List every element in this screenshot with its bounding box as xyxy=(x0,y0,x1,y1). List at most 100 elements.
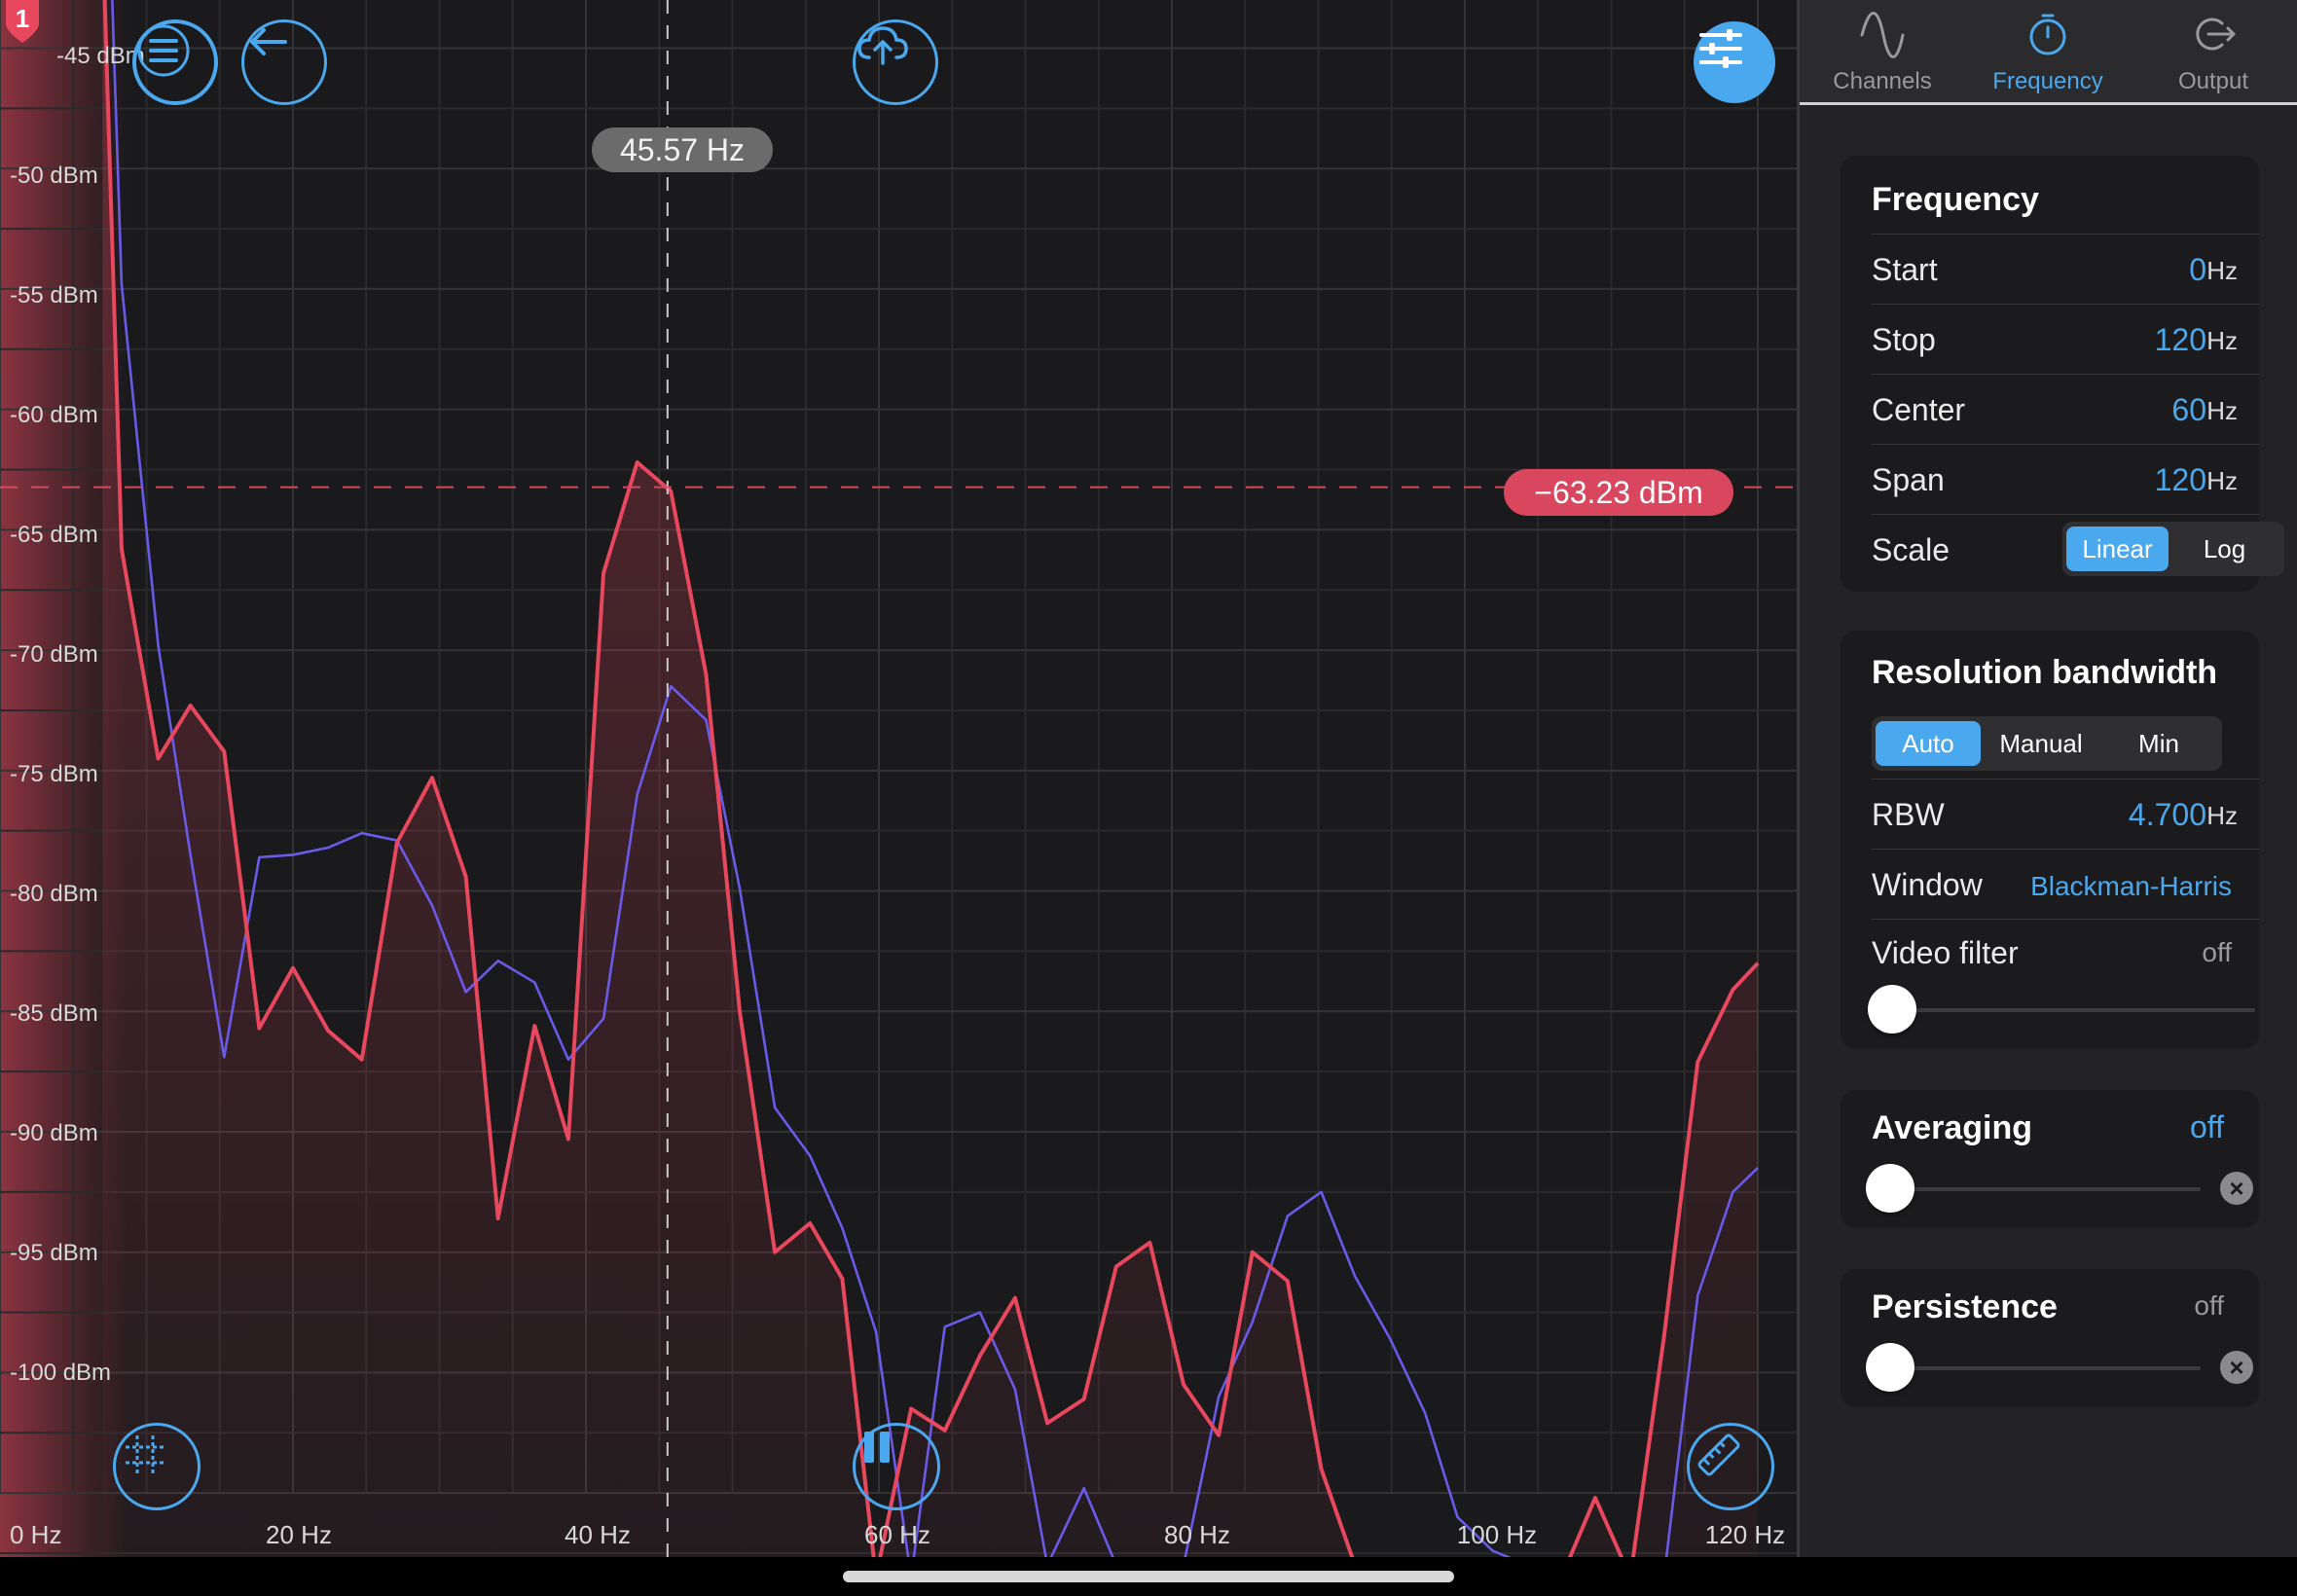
rbw-mode-min[interactable]: Min xyxy=(2101,721,2216,766)
y-tick-label: -90 dBm xyxy=(10,1120,98,1146)
rbw-value-row[interactable]: RBW 4.700 Hz xyxy=(1872,779,2259,850)
home-indicator[interactable] xyxy=(843,1571,1454,1582)
marker-badge-label: 1 xyxy=(15,4,30,33)
resolution-bandwidth-card: Resolution bandwidth Auto Manual Min RBW… xyxy=(1841,631,2259,1049)
y-tick-label: -65 dBm xyxy=(10,522,98,548)
persistence-clear-button[interactable]: × xyxy=(2220,1351,2253,1384)
scale-segmented-control[interactable]: Linear Log xyxy=(2062,522,2284,576)
video-filter-label: Video filter xyxy=(1872,935,2019,970)
frequency-start-row[interactable]: Start 0 Hz xyxy=(1872,234,2259,305)
start-value[interactable]: 0 xyxy=(2189,252,2206,288)
tab-label: Channels xyxy=(1833,68,1932,94)
persistence-card: Persistence off × xyxy=(1841,1269,2259,1407)
ruler-icon xyxy=(1697,1433,1740,1476)
y-tick-label: -95 dBm xyxy=(10,1240,98,1266)
panel-tab-bar: Channels Frequency Output xyxy=(1800,0,2297,105)
tab-frequency[interactable]: Frequency xyxy=(1965,0,2131,105)
averaging-value: off xyxy=(2190,1109,2224,1144)
menu-button[interactable] xyxy=(132,19,218,105)
span-value[interactable]: 120 xyxy=(2155,462,2206,498)
row-unit: Hz xyxy=(2206,326,2238,355)
row-unit: Hz xyxy=(2206,466,2238,495)
window-label: Window xyxy=(1872,867,1983,902)
persistence-slider[interactable] xyxy=(1889,1366,2201,1370)
averaging-slider[interactable] xyxy=(1889,1187,2201,1191)
averaging-slider-knob[interactable] xyxy=(1866,1164,1914,1213)
grid-button[interactable] xyxy=(113,1423,201,1510)
grid-icon xyxy=(126,1435,164,1474)
row-label: Span xyxy=(1872,462,1945,497)
averaging-card: Averaging off × xyxy=(1841,1090,2259,1228)
tab-label: Frequency xyxy=(1992,68,2103,94)
scale-option-linear[interactable]: Linear xyxy=(2066,526,2169,571)
cursor-frequency-readout[interactable]: 45.57 Hz xyxy=(592,127,773,172)
rbw-value[interactable]: 4.700 xyxy=(2129,797,2206,833)
y-tick-label: -50 dBm xyxy=(10,163,98,189)
video-filter-row: Video filter off xyxy=(1872,919,2259,1050)
rbw-mode-segmented-control[interactable]: Auto Manual Min xyxy=(1872,716,2222,771)
row-label: Stop xyxy=(1872,322,1936,357)
video-filter-value: off xyxy=(2202,937,2232,967)
y-tick-label: -70 dBm xyxy=(10,641,98,668)
tab-channels[interactable]: Channels xyxy=(1800,0,1965,105)
averaging-clear-button[interactable]: × xyxy=(2220,1172,2253,1205)
x-tick-label: 120 Hz xyxy=(1704,1520,1786,1549)
rbw-mode-auto[interactable]: Auto xyxy=(1876,721,1981,766)
y-tick-label: -45 dBm xyxy=(56,43,145,69)
y-tick-label: -100 dBm xyxy=(10,1360,112,1386)
output-arrow-icon xyxy=(2196,18,2236,51)
cursor-level-readout[interactable]: −63.23 dBm xyxy=(1504,469,1733,516)
rbw-unit: Hz xyxy=(2206,801,2238,830)
persistence-title: Persistence xyxy=(1872,1288,2058,1325)
frequency-center-row[interactable]: Center 60 Hz xyxy=(1872,374,2259,445)
tab-output[interactable]: Output xyxy=(2131,0,2296,105)
spectrum-plot[interactable]: -45 dBm -50 dBm -55 dBm -60 dBm -65 dBm … xyxy=(0,0,1797,1557)
row-unit: Hz xyxy=(2206,396,2238,425)
video-filter-slider-knob[interactable] xyxy=(1868,985,1916,1034)
settings-button[interactable] xyxy=(1694,21,1775,103)
center-value[interactable]: 60 xyxy=(2171,392,2206,428)
persistence-slider-knob[interactable] xyxy=(1866,1343,1914,1392)
rbw-card-title: Resolution bandwidth xyxy=(1872,654,2218,691)
marker-badge[interactable]: 1 xyxy=(2,0,43,43)
frequency-card-title: Frequency xyxy=(1872,181,2039,218)
measure-button[interactable] xyxy=(1687,1423,1774,1510)
upload-button[interactable] xyxy=(853,19,938,105)
pause-icon xyxy=(864,1432,890,1463)
x-tick-label: 20 Hz xyxy=(266,1520,332,1549)
frequency-span-row[interactable]: Span 120 Hz xyxy=(1872,444,2259,515)
spectrum-chart[interactable] xyxy=(0,0,1797,1557)
row-label: Center xyxy=(1872,392,1966,427)
y-tick-label: -55 dBm xyxy=(10,282,98,308)
video-filter-slider[interactable] xyxy=(1891,1008,2255,1012)
cloud-upload-icon xyxy=(857,26,908,65)
row-unit: Hz xyxy=(2206,256,2238,285)
x-tick-label: 0 Hz xyxy=(10,1520,62,1549)
stopwatch-icon xyxy=(2029,14,2066,55)
sine-wave-icon xyxy=(1860,12,1905,58)
persistence-value: off xyxy=(2194,1290,2224,1321)
rbw-label: RBW xyxy=(1872,797,1945,832)
window-row[interactable]: Window Blackman-Harris xyxy=(1872,849,2259,920)
y-tick-label: -85 dBm xyxy=(10,1000,98,1027)
pause-button[interactable] xyxy=(853,1423,940,1510)
scale-option-log[interactable]: Log xyxy=(2169,526,2280,571)
row-label: Start xyxy=(1872,252,1938,287)
frequency-card: Frequency Start 0 Hz Stop 120 Hz Center … xyxy=(1841,156,2284,592)
y-tick-label: -60 dBm xyxy=(10,402,98,428)
x-tick-label: 100 Hz xyxy=(1456,1520,1538,1549)
trace-fill-area xyxy=(102,0,1758,1557)
averaging-title: Averaging xyxy=(1872,1109,2033,1146)
back-button[interactable] xyxy=(241,19,327,105)
x-tick-label: 60 Hz xyxy=(864,1520,930,1549)
back-arrow-icon xyxy=(250,28,287,55)
window-value[interactable]: Blackman-Harris xyxy=(2030,871,2232,902)
y-tick-label: -80 dBm xyxy=(10,881,98,907)
settings-panel: Channels Frequency Output Frequency Star… xyxy=(1797,0,2297,1557)
stop-value[interactable]: 120 xyxy=(2155,322,2206,358)
frequency-stop-row[interactable]: Stop 120 Hz xyxy=(1872,304,2259,375)
tab-label: Output xyxy=(2177,68,2249,94)
rbw-mode-manual[interactable]: Manual xyxy=(1981,721,2101,766)
scale-label: Scale xyxy=(1872,532,1951,567)
y-tick-label: -75 dBm xyxy=(10,761,98,787)
